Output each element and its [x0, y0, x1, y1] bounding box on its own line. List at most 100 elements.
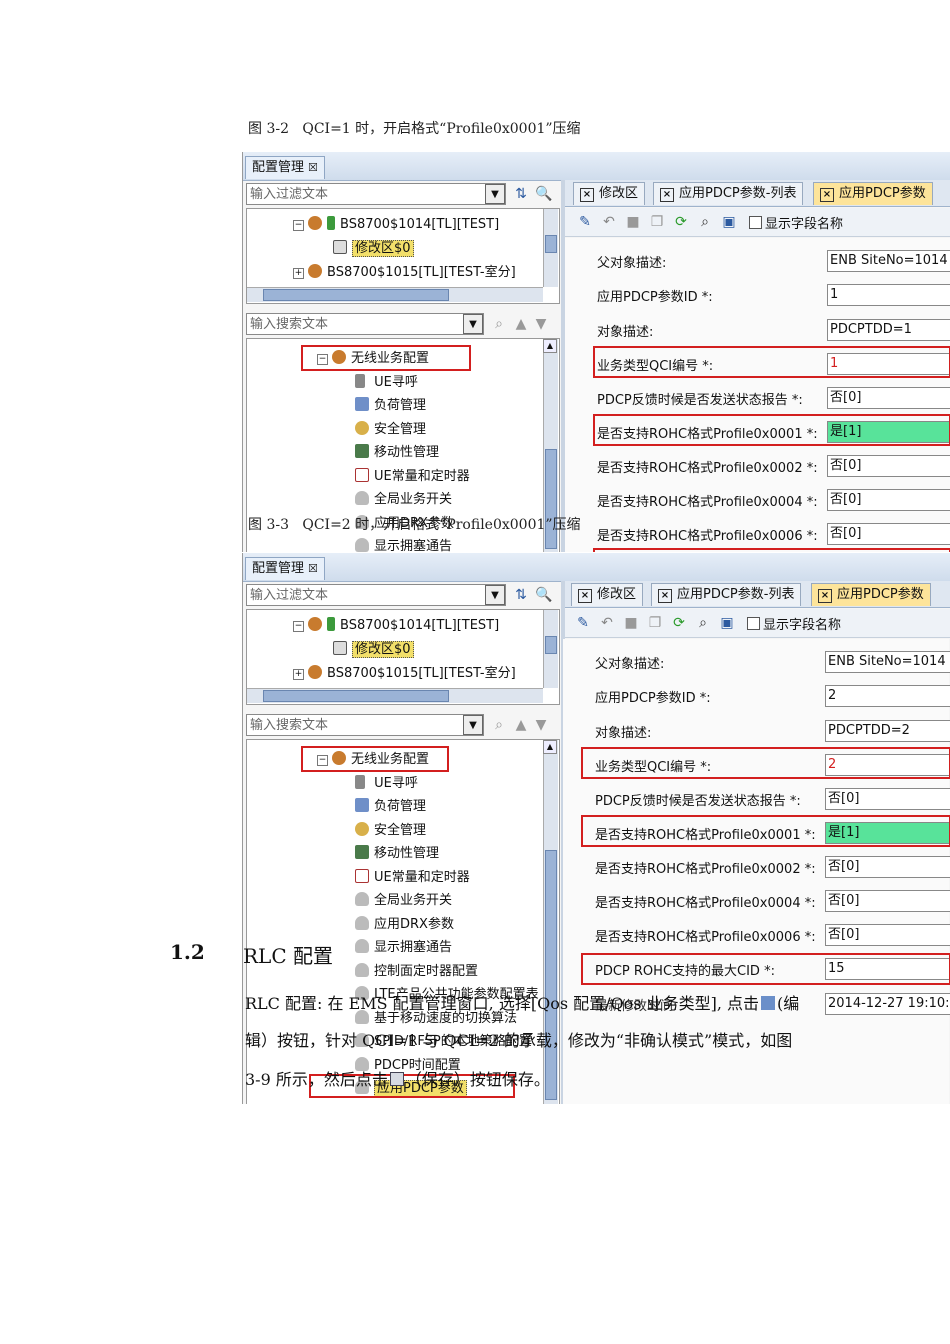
chevron-down-icon[interactable]: ▼	[463, 314, 483, 334]
undo-icon[interactable]: ↶	[601, 214, 617, 230]
close-icon[interactable]: ☒	[308, 562, 318, 575]
tree-node-drx[interactable]: 应用DRX参数	[355, 915, 454, 935]
checkbox-icon[interactable]	[749, 216, 762, 229]
tree-node-security[interactable]: 安全管理	[355, 420, 426, 440]
tree-node-ue-timers[interactable]: UE常量和定时器	[355, 467, 470, 487]
scroll-up-icon[interactable]: ▲	[543, 339, 557, 353]
tree-node-congestion[interactable]: 显示拥塞通告	[355, 537, 452, 552]
rohc-0002-select[interactable]: 否[0]	[827, 455, 950, 477]
last-modified-field[interactable]: 2014-12-27 19:10:17	[825, 993, 950, 1015]
arrow-up-icon[interactable]: ▲	[513, 316, 529, 332]
show-field-name-checkbox[interactable]: 显示字段名称	[747, 614, 841, 633]
tab-pdcp-param[interactable]: × 应用PDCP参数	[811, 583, 931, 606]
window-icon[interactable]: ▣	[719, 615, 735, 631]
scroll-up-icon[interactable]: ▲	[543, 740, 557, 754]
object-desc-field[interactable]: PDCPTDD=2	[825, 720, 950, 742]
tree-node-bs1015[interactable]: + BS8700$1015[TL][TEST-室分]	[293, 263, 516, 283]
tree-node-congestion[interactable]: 显示拥塞通告	[355, 938, 452, 958]
tab-modify-area[interactable]: × 修改区	[573, 182, 646, 205]
status-report-select[interactable]: 否[0]	[825, 788, 950, 810]
tree-node-bs1014[interactable]: − BS8700$1014[TL][TEST]	[293, 215, 499, 235]
tree-node-ue-paging[interactable]: UE寻呼	[355, 774, 418, 794]
tree-node-load-management[interactable]: 负荷管理	[355, 797, 426, 817]
arrow-up-icon[interactable]: ▲	[513, 717, 529, 733]
close-icon[interactable]: ×	[578, 589, 592, 603]
scroll-thumb[interactable]	[545, 449, 557, 549]
binoculars-icon[interactable]: ⌕	[491, 717, 507, 733]
expand-icon[interactable]: +	[293, 669, 304, 680]
close-icon[interactable]: ×	[658, 589, 672, 603]
parent-object-field[interactable]: ENB SiteNo=1014	[827, 250, 950, 272]
rohc-0006-select[interactable]: 否[0]	[825, 924, 950, 946]
vertical-scrollbar[interactable]	[543, 610, 558, 688]
sort-icon[interactable]: ⇅	[513, 186, 529, 202]
copy-icon[interactable]: ❐	[649, 214, 665, 230]
tab-pdcp-param[interactable]: × 应用PDCP参数	[813, 182, 933, 205]
tree-node-global-switch[interactable]: 全局业务开关	[355, 490, 452, 510]
close-icon[interactable]: ☒	[308, 161, 318, 174]
scroll-thumb[interactable]	[263, 690, 449, 702]
tab-pdcp-list[interactable]: × 应用PDCP参数-列表	[651, 583, 802, 606]
search-icon[interactable]: 🔍	[535, 186, 552, 202]
filter-input[interactable]: 输入过滤文本	[246, 183, 506, 205]
object-desc-field[interactable]: PDCPTDD=1	[827, 319, 950, 341]
rohc-0002-select[interactable]: 否[0]	[825, 856, 950, 878]
rohc-0006-select[interactable]: 否[0]	[827, 523, 950, 545]
close-icon[interactable]: ×	[820, 188, 834, 202]
copy-icon[interactable]: ❐	[647, 615, 663, 631]
edit-icon[interactable]: ✎	[577, 214, 593, 230]
filter-input[interactable]: 输入过滤文本	[246, 584, 506, 606]
scroll-thumb[interactable]	[545, 636, 557, 654]
tree-node-global-switch[interactable]: 全局业务开关	[355, 891, 452, 911]
horizontal-scrollbar[interactable]	[247, 688, 543, 703]
tree-node-modify-area[interactable]: 修改区$0	[333, 239, 414, 259]
collapse-icon[interactable]: −	[293, 220, 304, 231]
tree-node-bs1015[interactable]: + BS8700$1015[TL][TEST-室分]	[293, 664, 516, 684]
collapse-icon[interactable]: −	[293, 621, 304, 632]
rohc-0004-select[interactable]: 否[0]	[827, 489, 950, 511]
scroll-thumb[interactable]	[545, 850, 557, 1100]
pdcp-id-field[interactable]: 2	[825, 685, 950, 707]
show-field-name-checkbox[interactable]: 显示字段名称	[749, 213, 843, 232]
scroll-thumb[interactable]	[263, 289, 449, 301]
status-report-select[interactable]: 否[0]	[827, 387, 950, 409]
tree-node-ue-timers[interactable]: UE常量和定时器	[355, 868, 470, 888]
checkbox-icon[interactable]	[747, 617, 760, 630]
binoculars-icon[interactable]: ⌕	[697, 214, 713, 230]
tree-node-modify-area[interactable]: 修改区$0	[333, 640, 414, 660]
edit-icon[interactable]: ✎	[575, 615, 591, 631]
expand-icon[interactable]: +	[293, 268, 304, 279]
chevron-down-icon[interactable]: ▼	[485, 585, 505, 605]
tree-node-ue-paging[interactable]: UE寻呼	[355, 373, 418, 393]
refresh-icon[interactable]: ⟳	[673, 214, 689, 230]
close-icon[interactable]: ×	[660, 188, 674, 202]
save-icon[interactable]: ■	[625, 214, 641, 230]
arrow-down-icon[interactable]: ▼	[533, 316, 549, 332]
window-icon[interactable]: ▣	[721, 214, 737, 230]
config-management-tab[interactable]: 配置管理 ☒	[245, 557, 325, 580]
close-icon[interactable]: ×	[580, 188, 594, 202]
tree-node-mobility[interactable]: 移动性管理	[355, 844, 439, 864]
scroll-thumb[interactable]	[545, 235, 557, 253]
chevron-down-icon[interactable]: ▼	[463, 715, 483, 735]
tree-node-cp-timers[interactable]: 控制面定时器配置	[355, 962, 478, 982]
search-icon[interactable]: 🔍	[535, 587, 552, 603]
refresh-icon[interactable]: ⟳	[671, 615, 687, 631]
vertical-scrollbar[interactable]	[543, 209, 558, 287]
chevron-down-icon[interactable]: ▼	[485, 184, 505, 204]
arrow-down-icon[interactable]: ▼	[533, 717, 549, 733]
search-input[interactable]: 输入搜索文本	[246, 313, 484, 335]
rohc-0004-select[interactable]: 否[0]	[825, 890, 950, 912]
tree-node-security[interactable]: 安全管理	[355, 821, 426, 841]
search-input[interactable]: 输入搜索文本	[246, 714, 484, 736]
tab-pdcp-list[interactable]: × 应用PDCP参数-列表	[653, 182, 804, 205]
sort-icon[interactable]: ⇅	[513, 587, 529, 603]
pdcp-id-field[interactable]: 1	[827, 284, 950, 306]
parent-object-field[interactable]: ENB SiteNo=1014	[825, 651, 950, 673]
tree-node-bs1014[interactable]: − BS8700$1014[TL][TEST]	[293, 616, 499, 636]
config-management-tab[interactable]: 配置管理 ☒	[245, 156, 325, 179]
undo-icon[interactable]: ↶	[599, 615, 615, 631]
binoculars-icon[interactable]: ⌕	[695, 615, 711, 631]
horizontal-scrollbar[interactable]	[247, 287, 543, 302]
tree-node-load-management[interactable]: 负荷管理	[355, 396, 426, 416]
